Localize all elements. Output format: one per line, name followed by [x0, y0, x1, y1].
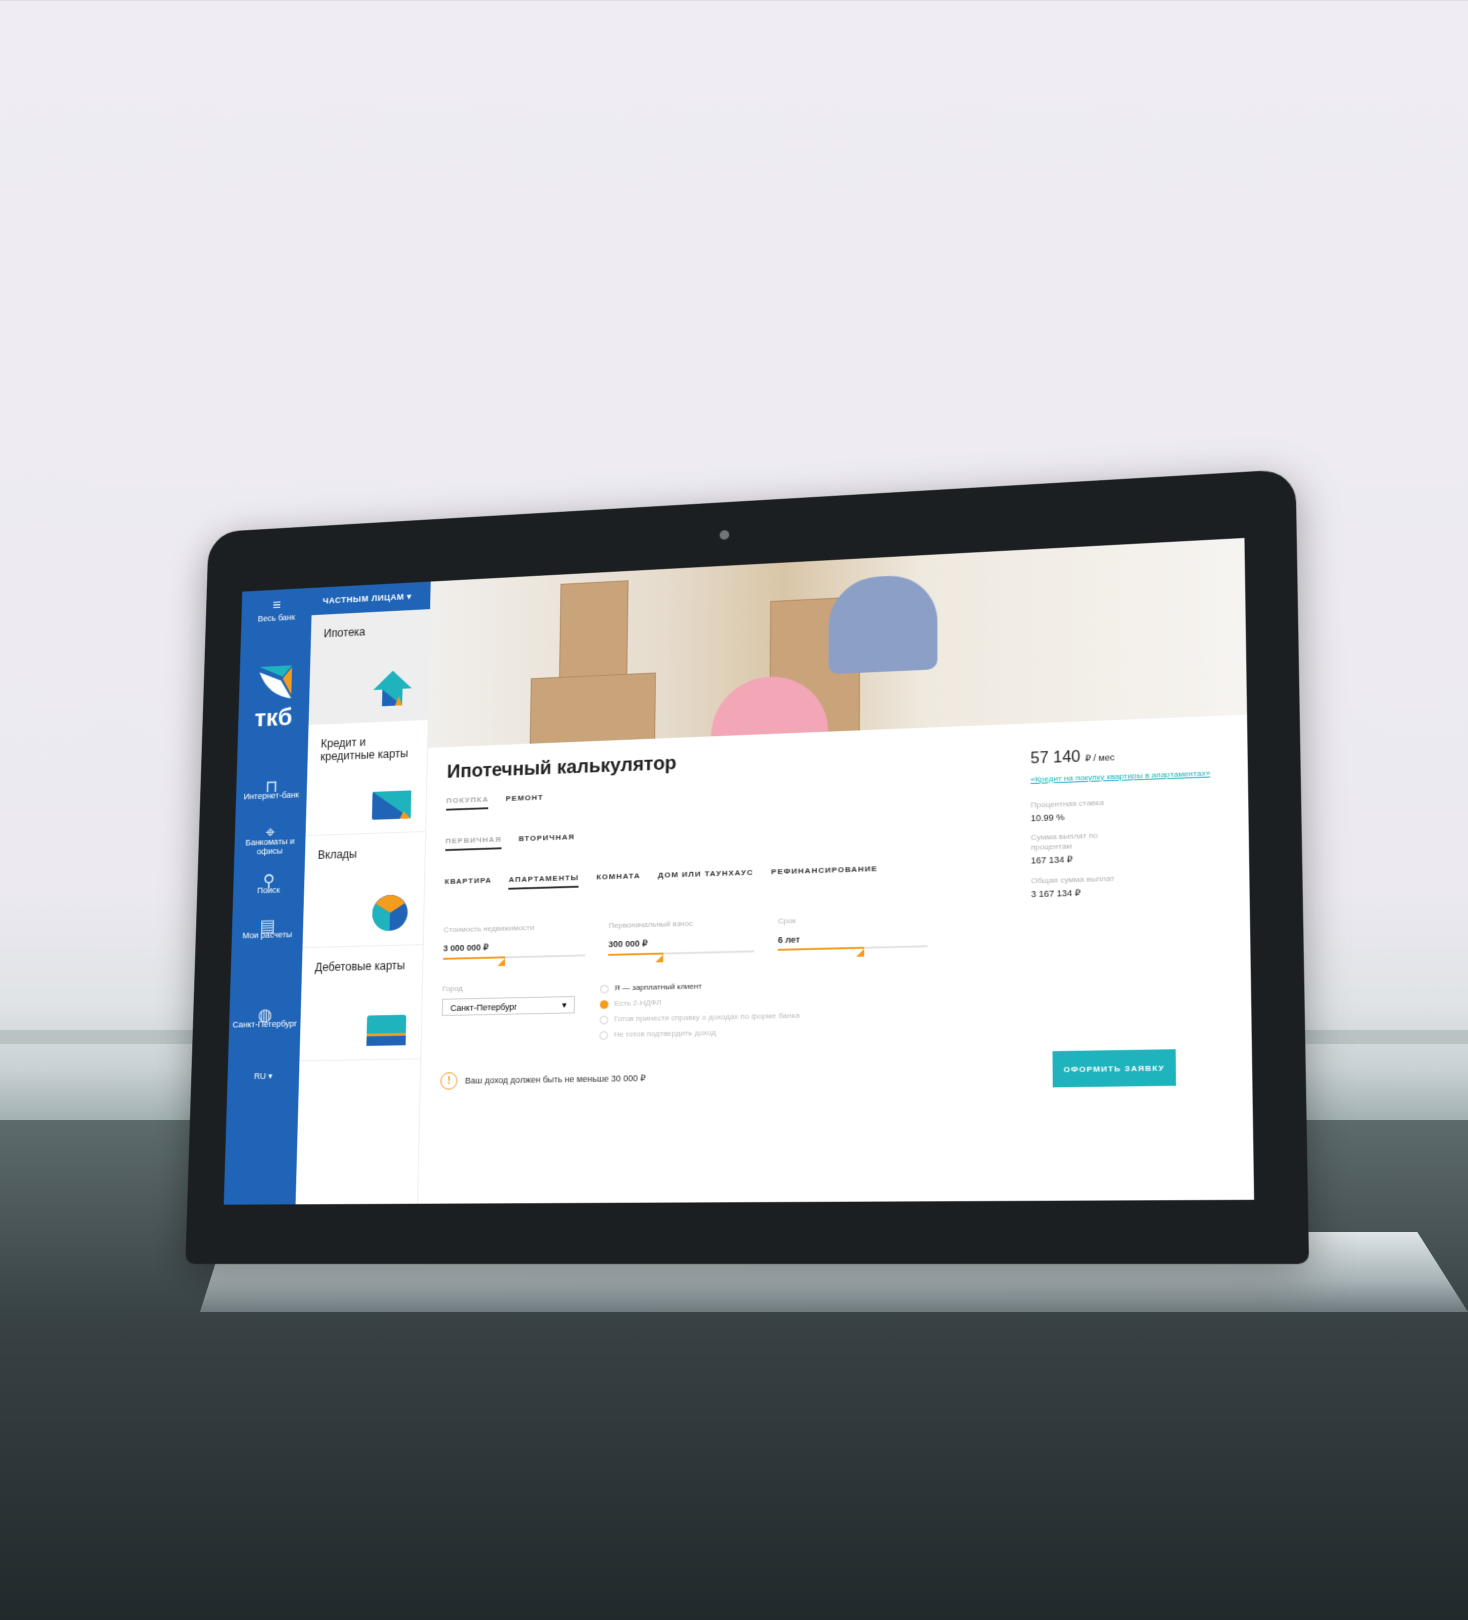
tab-repair[interactable]: РЕМОНТ: [506, 793, 544, 809]
slider-fields: Стоимость недвижимости 3 000 000 ₽ Перво…: [443, 911, 1011, 967]
cardboard-box: [529, 672, 656, 746]
property-tabs: КВАРТИРА АПАРТАМЕНТЫ КОМНАТА ДОМ ИЛИ ТАУ…: [444, 860, 1010, 891]
hero-banner: [427, 537, 1248, 748]
tab-apartments[interactable]: АПАРТАМЕНТЫ: [508, 873, 580, 890]
product-label: Дебетовые карты: [314, 958, 406, 975]
option-label: Не готов подтвердить доход: [613, 1028, 717, 1039]
laptop-screen: ≡ Весь банк ткб ⊓ Интернет-банк ⌖ Банком…: [223, 537, 1255, 1205]
house-icon: [372, 669, 413, 707]
globe-icon: ◍: [257, 1005, 273, 1025]
down-payment-slider[interactable]: [608, 950, 755, 963]
stat-label: Сумма выплат по процентам: [1030, 830, 1098, 852]
person-figure: [828, 573, 938, 675]
chevron-down-icon: ▾: [265, 1071, 273, 1081]
income-options: Я — зарплатный клиент Есть 2-НДФЛ Готов …: [599, 977, 800, 1043]
rail-item-internet-bank[interactable]: ⊓ Интернет-банк: [236, 777, 307, 801]
stat-value: 10.99 %: [1030, 812, 1065, 824]
down-payment-value[interactable]: 300 000 ₽: [608, 936, 754, 950]
stat-value: 3 167 134 ₽: [1031, 887, 1081, 900]
apply-button[interactable]: ОФОРМИТЬ ЗАЯВКУ: [1052, 1049, 1177, 1088]
slider-handle[interactable]: [497, 958, 506, 967]
products-column: Ипотека Кредит и кредитные карты Вклады: [295, 609, 432, 1205]
radio-button[interactable]: [599, 1030, 609, 1040]
option-label: Я — зарплатный клиент: [614, 981, 702, 993]
market-tabs: ПЕРВИЧНАЯ ВТОРИЧНАЯ: [445, 818, 1010, 852]
mortgage-calculator: Ипотечный калькулятор ПОКУПКА РЕМОНТ ПЕР…: [440, 740, 1011, 1090]
city-and-options: Город Санкт-Петербург ▼ Я — зарплатный к…: [441, 972, 1011, 1046]
down-payment-field: Первоначальный взнос 300 000 ₽: [608, 917, 755, 963]
product-link[interactable]: «Кредит на покупку квартиры в апартамент…: [1031, 767, 1217, 785]
property-cost-value[interactable]: 3 000 000 ₽: [443, 940, 585, 954]
rail-item-my-calculations[interactable]: ▤ Мои расчеты: [232, 916, 304, 941]
monthly-payment: 57 140 ₽ / мес: [1030, 744, 1216, 769]
option-label: Есть 2-НДФЛ: [614, 998, 662, 1008]
language-switch[interactable]: RU ▾: [227, 1071, 299, 1082]
warning-icon: !: [440, 1072, 458, 1090]
city-value: Санкт-Петербург: [450, 1002, 518, 1013]
city-field: Город Санкт-Петербург ▼: [441, 982, 576, 1046]
term-slider[interactable]: [777, 945, 928, 957]
product-mortgage[interactable]: Ипотека: [308, 609, 431, 726]
product-label: Вклады: [317, 847, 358, 862]
radio-button[interactable]: [600, 984, 609, 994]
chevron-down-icon: ▼: [560, 1000, 569, 1010]
product-label: Ипотека: [323, 625, 366, 641]
option-no-proof[interactable]: Не готов подтвердить доход: [599, 1024, 799, 1043]
tab-refinancing[interactable]: РЕФИНАНСИРОВАНИЕ: [771, 864, 878, 882]
calculator-icon: ▤: [259, 916, 276, 936]
total-payments: Общая сумма выплат 3 167 134 ₽: [1031, 871, 1218, 900]
slider-handle[interactable]: [856, 948, 865, 957]
product-label: Кредит и кредитные карты: [320, 735, 409, 764]
income-warning: ! Ваш доход должен быть не меньше 30 000…: [440, 1064, 1011, 1090]
field-label: Первоначальный взнос: [608, 919, 693, 930]
tab-primary[interactable]: ПЕРВИЧНАЯ: [445, 835, 502, 852]
tab-flat[interactable]: КВАРТИРА: [444, 876, 492, 892]
tab-secondary[interactable]: ВТОРИЧНАЯ: [518, 833, 574, 849]
logo-mark-icon: [258, 665, 293, 700]
all-bank-menu[interactable]: ≡ Весь банк: [241, 597, 312, 624]
city-select[interactable]: Санкт-Петербург ▼: [441, 996, 576, 1016]
calculation-summary: 57 140 ₽ / мес «Кредит на покупку кварти…: [1030, 744, 1218, 901]
property-cost-field: Стоимость недвижимости 3 000 000 ₽: [443, 922, 586, 967]
rail-item-search[interactable]: ⚲ Поиск: [233, 871, 304, 896]
debit-card-icon: [366, 1014, 407, 1046]
camera: [719, 529, 730, 540]
tab-room[interactable]: КОМНАТА: [596, 871, 640, 887]
interest-rate: Процентная ставка 10.99 %: [1031, 794, 1217, 823]
city-label: Город: [442, 984, 463, 994]
product-credit[interactable]: Кредит и кредитные карты: [305, 719, 428, 837]
chevron-down-icon: ▾: [404, 591, 412, 602]
laptop-lid: ≡ Весь банк ткб ⊓ Интернет-банк ⌖ Банком…: [185, 468, 1310, 1264]
property-cost-slider[interactable]: [443, 954, 586, 967]
warning-text: Ваш доход должен быть не меньше 30 000 ₽: [464, 1072, 646, 1086]
payment-value: 57 140: [1030, 748, 1081, 768]
rail-item-atm-offices[interactable]: ⌖ Банкоматы и офисы: [234, 823, 306, 857]
slider-handle[interactable]: [655, 954, 664, 963]
page-title: Ипотечный калькулятор: [446, 752, 677, 783]
rail-item-city[interactable]: ◍ Санкт-Петербург: [229, 1005, 301, 1029]
stat-value: 167 134 ₽: [1030, 854, 1073, 866]
segment-label: ЧАСТНЫМ ЛИЦАМ: [322, 592, 405, 606]
term-field: Срок 6 лет: [777, 913, 928, 957]
term-value[interactable]: 6 лет: [778, 931, 928, 945]
payment-unit: ₽ / мес: [1084, 752, 1115, 764]
radio-button[interactable]: [599, 1015, 609, 1025]
bank-logo[interactable]: ткб: [254, 662, 296, 733]
product-deposits[interactable]: Вклады: [302, 831, 426, 949]
product-debit-cards[interactable]: Дебетовые карты: [299, 945, 423, 1062]
radio-button[interactable]: [599, 999, 609, 1009]
purpose-tabs: ПОКУПКА РЕМОНТ: [446, 776, 1010, 811]
tab-house[interactable]: ДОМ ИЛИ ТАУНХАУС: [658, 868, 754, 885]
interest-total: Сумма выплат по процентам 167 134 ₽: [1031, 827, 1218, 867]
field-label: Срок: [777, 916, 796, 926]
field-label: Стоимость недвижимости: [443, 923, 535, 935]
language-label: RU: [253, 1071, 267, 1081]
credit-card-icon: [371, 790, 412, 820]
tab-purchase[interactable]: ПОКУПКА: [446, 795, 489, 811]
logo-wordmark: ткб: [254, 702, 293, 732]
deposit-coin-icon: [371, 894, 409, 932]
